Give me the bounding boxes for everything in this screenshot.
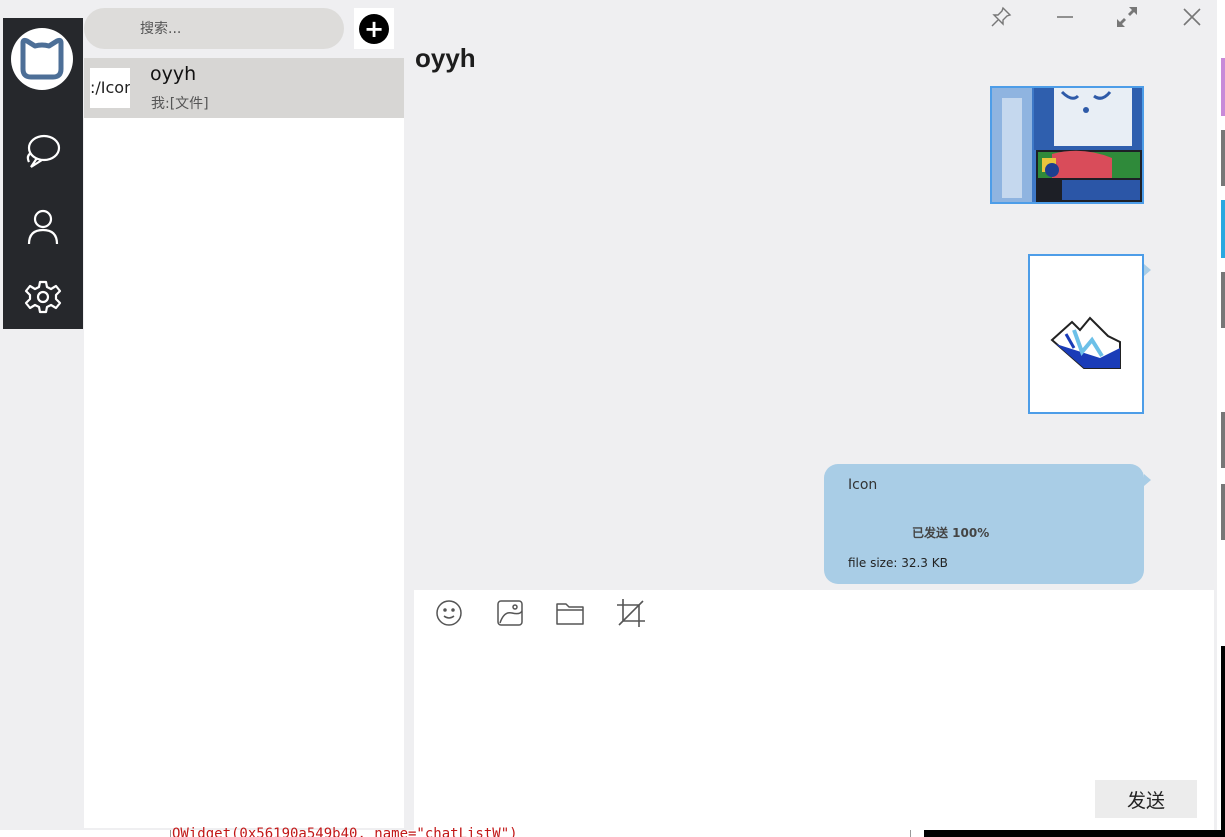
settings-icon (24, 278, 62, 320)
image-message-1[interactable] (990, 86, 1144, 204)
add-button[interactable]: + (354, 8, 394, 49)
minimize-button[interactable] (1050, 4, 1080, 34)
app-logo-icon[interactable] (11, 28, 73, 90)
chat-title: oyyh (415, 43, 476, 73)
background-window-fragment (1221, 412, 1225, 468)
search-box (84, 8, 344, 49)
screenshot-button[interactable] (614, 598, 648, 632)
contacts-icon (23, 206, 63, 250)
emoji-button[interactable] (432, 598, 466, 632)
cat-painting-image (992, 88, 1142, 202)
image-message-2[interactable] (1028, 254, 1144, 414)
screenshot-crop-icon (616, 598, 646, 632)
close-button[interactable] (1177, 4, 1207, 34)
message-textarea[interactable] (424, 640, 1204, 770)
folder-icon (555, 599, 585, 631)
file-name: Icon (848, 477, 878, 493)
contact-last-message: 我:[文件] (151, 96, 209, 112)
list-item[interactable]: :/Icon oyyh 我:[文件] (84, 58, 404, 118)
background-window-fragment (1221, 58, 1225, 116)
nav-contacts-button[interactable] (21, 206, 65, 250)
emoji-icon (435, 599, 463, 631)
image-icon (496, 599, 524, 631)
background-window-fragment (1221, 130, 1225, 186)
debug-widget-label: QWidget(0x56190a549b40, name="chatListW"… (172, 826, 518, 837)
image-button[interactable] (493, 598, 527, 632)
file-message-bubble[interactable]: Icon 已发送 100% file size: 32.3 KB (824, 464, 1144, 584)
maximize-button[interactable] (1112, 4, 1142, 34)
side-nav (3, 18, 83, 329)
background-window-fragment (1221, 646, 1225, 837)
chat-icon (23, 132, 63, 176)
nav-chat-button[interactable] (21, 132, 65, 176)
background-window-fragment (1221, 272, 1225, 328)
background-window-fragment (924, 830, 1225, 837)
background-window-fragment (1221, 200, 1225, 258)
search-input[interactable] (84, 8, 344, 49)
file-size: file size: 32.3 KB (848, 556, 948, 570)
bubble-tail (1144, 264, 1151, 276)
background-window-fragment (1221, 484, 1225, 540)
message-input-area: 发送 (414, 590, 1214, 830)
mountain-image (1030, 256, 1142, 412)
chat-list: :/Icon oyyh 我:[文件] (84, 58, 404, 828)
pin-button[interactable] (986, 4, 1016, 34)
divider (170, 830, 171, 837)
pin-icon (990, 6, 1012, 32)
file-send-status: 已发送 100% (912, 526, 990, 540)
app-root: + :/Icon oyyh 我:[文件] (0, 0, 1225, 837)
bubble-tail (1144, 474, 1151, 486)
contact-name: oyyh (150, 63, 197, 85)
send-button[interactable]: 发送 (1095, 780, 1197, 818)
plus-icon: + (359, 13, 389, 44)
avatar: :/Icon (90, 68, 130, 108)
maximize-icon (1115, 5, 1139, 33)
nav-settings-button[interactable] (21, 277, 65, 321)
folder-button[interactable] (553, 598, 587, 632)
minimize-icon (1055, 7, 1075, 31)
divider (910, 830, 911, 837)
close-icon (1182, 7, 1202, 31)
